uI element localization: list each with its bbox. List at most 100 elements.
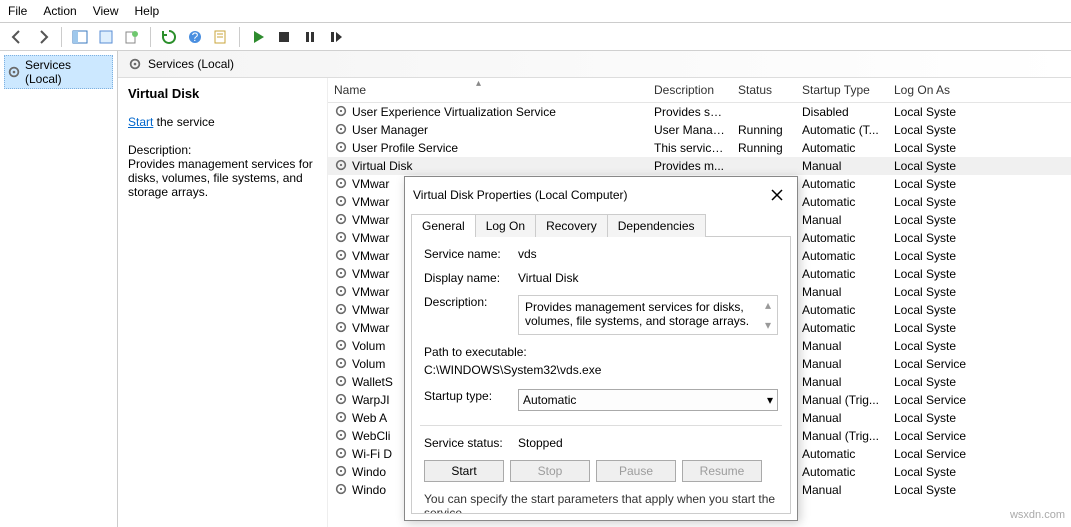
service-name: VMwar bbox=[352, 195, 389, 209]
service-desc: User Manag... bbox=[648, 123, 732, 137]
gear-icon bbox=[334, 158, 348, 175]
col-startup[interactable]: Startup Type bbox=[796, 81, 888, 99]
watermark: wsxdn.com bbox=[1010, 509, 1065, 521]
startup-type-select[interactable]: Automatic ▾ bbox=[518, 389, 778, 411]
col-logon[interactable]: Log On As bbox=[888, 81, 978, 99]
service-name-cell: User Profile Service bbox=[328, 140, 648, 157]
service-startup: Manual bbox=[796, 357, 888, 371]
tree-pane: Services (Local) bbox=[0, 51, 118, 527]
scrollbar-icon[interactable]: ▴▾ bbox=[765, 298, 775, 332]
service-desc: Provides su... bbox=[648, 105, 732, 119]
stop-service-icon[interactable] bbox=[273, 26, 295, 48]
selected-service-title: Virtual Disk bbox=[128, 86, 317, 101]
col-description[interactable]: Description bbox=[648, 81, 732, 99]
service-row[interactable]: Virtual DiskProvides m...ManualLocal Sys… bbox=[328, 157, 1071, 175]
description-label: Description: bbox=[128, 143, 317, 157]
col-status[interactable]: Status bbox=[732, 81, 796, 99]
service-name-cell: Virtual Disk bbox=[328, 158, 648, 175]
menu-action[interactable]: Action bbox=[43, 4, 76, 18]
start-service-icon[interactable] bbox=[247, 26, 269, 48]
path-label: Path to executable: bbox=[424, 345, 778, 359]
service-row[interactable]: User Profile ServiceThis service ...Runn… bbox=[328, 139, 1071, 157]
service-startup: Automatic bbox=[796, 465, 888, 479]
menu-file[interactable]: File bbox=[8, 4, 27, 18]
gear-icon bbox=[334, 212, 348, 229]
gear-icon bbox=[334, 410, 348, 427]
service-name-value: vds bbox=[518, 247, 778, 261]
service-row[interactable]: User ManagerUser Manag...RunningAutomati… bbox=[328, 121, 1071, 139]
service-name: Virtual Disk bbox=[352, 159, 412, 173]
service-name: Windo bbox=[352, 483, 386, 497]
menu-help[interactable]: Help bbox=[135, 4, 160, 18]
startup-type-value: Automatic bbox=[523, 393, 576, 407]
gear-icon bbox=[334, 338, 348, 355]
gear-icon bbox=[334, 374, 348, 391]
service-startup: Automatic bbox=[796, 195, 888, 209]
service-startup: Manual bbox=[796, 375, 888, 389]
service-name: VMwar bbox=[352, 321, 389, 335]
start-parameters-hint: You can specify the start parameters tha… bbox=[424, 492, 778, 514]
service-name: Windo bbox=[352, 465, 386, 479]
service-status-label: Service status: bbox=[424, 436, 512, 450]
service-desc: Provides m... bbox=[648, 159, 732, 173]
service-logon: Local Syste bbox=[888, 177, 978, 191]
toolbar: ? bbox=[0, 23, 1071, 51]
gear-icon bbox=[334, 392, 348, 409]
dialog-title: Virtual Disk Properties (Local Computer) bbox=[413, 188, 628, 202]
service-startup: Automatic bbox=[796, 303, 888, 317]
export-icon[interactable] bbox=[121, 26, 143, 48]
start-service-link[interactable]: Start bbox=[128, 115, 153, 129]
gear-icon bbox=[7, 65, 21, 79]
stop-button: Stop bbox=[510, 460, 590, 482]
start-button[interactable]: Start bbox=[424, 460, 504, 482]
menu-view[interactable]: View bbox=[93, 4, 119, 18]
properties-view-icon[interactable] bbox=[95, 26, 117, 48]
service-logon: Local Syste bbox=[888, 159, 978, 173]
refresh-icon[interactable] bbox=[158, 26, 180, 48]
sort-indicator-icon: ▴ bbox=[476, 78, 481, 89]
service-logon: Local Service bbox=[888, 357, 978, 371]
back-icon[interactable] bbox=[6, 26, 28, 48]
service-startup: Manual (Trig... bbox=[796, 429, 888, 443]
service-startup: Manual bbox=[796, 483, 888, 497]
service-name: Volum bbox=[352, 357, 385, 371]
service-name: VMwar bbox=[352, 285, 389, 299]
col-name[interactable]: Name bbox=[328, 81, 648, 99]
gear-icon bbox=[334, 464, 348, 481]
restart-service-icon[interactable] bbox=[325, 26, 347, 48]
pause-service-icon[interactable] bbox=[299, 26, 321, 48]
svg-text:?: ? bbox=[192, 30, 199, 44]
service-startup: Manual bbox=[796, 213, 888, 227]
service-startup: Automatic bbox=[796, 267, 888, 281]
properties-icon[interactable] bbox=[210, 26, 232, 48]
description-value: Provides management services for disks, … bbox=[525, 300, 749, 328]
tree-node-services[interactable]: Services (Local) bbox=[4, 55, 113, 89]
help-icon[interactable]: ? bbox=[184, 26, 206, 48]
tab-general[interactable]: General bbox=[411, 214, 476, 237]
service-startup: Automatic bbox=[796, 447, 888, 461]
service-status-value: Stopped bbox=[518, 436, 778, 450]
service-name: VMwar bbox=[352, 249, 389, 263]
service-name-cell: User Experience Virtualization Service bbox=[328, 104, 648, 121]
service-name: Web A bbox=[352, 411, 387, 425]
tab-recovery[interactable]: Recovery bbox=[535, 214, 608, 237]
gear-icon bbox=[334, 482, 348, 499]
gear-icon bbox=[334, 428, 348, 445]
tab-dependencies[interactable]: Dependencies bbox=[607, 214, 706, 237]
description-text: Provides management services for disks, … bbox=[128, 157, 317, 199]
forward-icon[interactable] bbox=[32, 26, 54, 48]
service-row[interactable]: User Experience Virtualization Service Pr… bbox=[328, 103, 1071, 121]
service-name: VMwar bbox=[352, 267, 389, 281]
service-name: User Experience Virtualization Service bbox=[352, 105, 556, 119]
close-icon bbox=[771, 189, 783, 201]
tab-logon[interactable]: Log On bbox=[475, 214, 536, 237]
properties-dialog: Virtual Disk Properties (Local Computer)… bbox=[404, 176, 798, 521]
gear-icon bbox=[128, 57, 142, 71]
service-name: WebCli bbox=[352, 429, 390, 443]
service-logon: Local Syste bbox=[888, 375, 978, 389]
show-hide-tree-icon[interactable] bbox=[69, 26, 91, 48]
service-name: VMwar bbox=[352, 177, 389, 191]
column-headers: Name Description Status Startup Type Log… bbox=[328, 78, 1071, 103]
tab-pane-general: Service name: vds Display name: Virtual … bbox=[411, 236, 791, 514]
close-button[interactable] bbox=[765, 183, 789, 207]
